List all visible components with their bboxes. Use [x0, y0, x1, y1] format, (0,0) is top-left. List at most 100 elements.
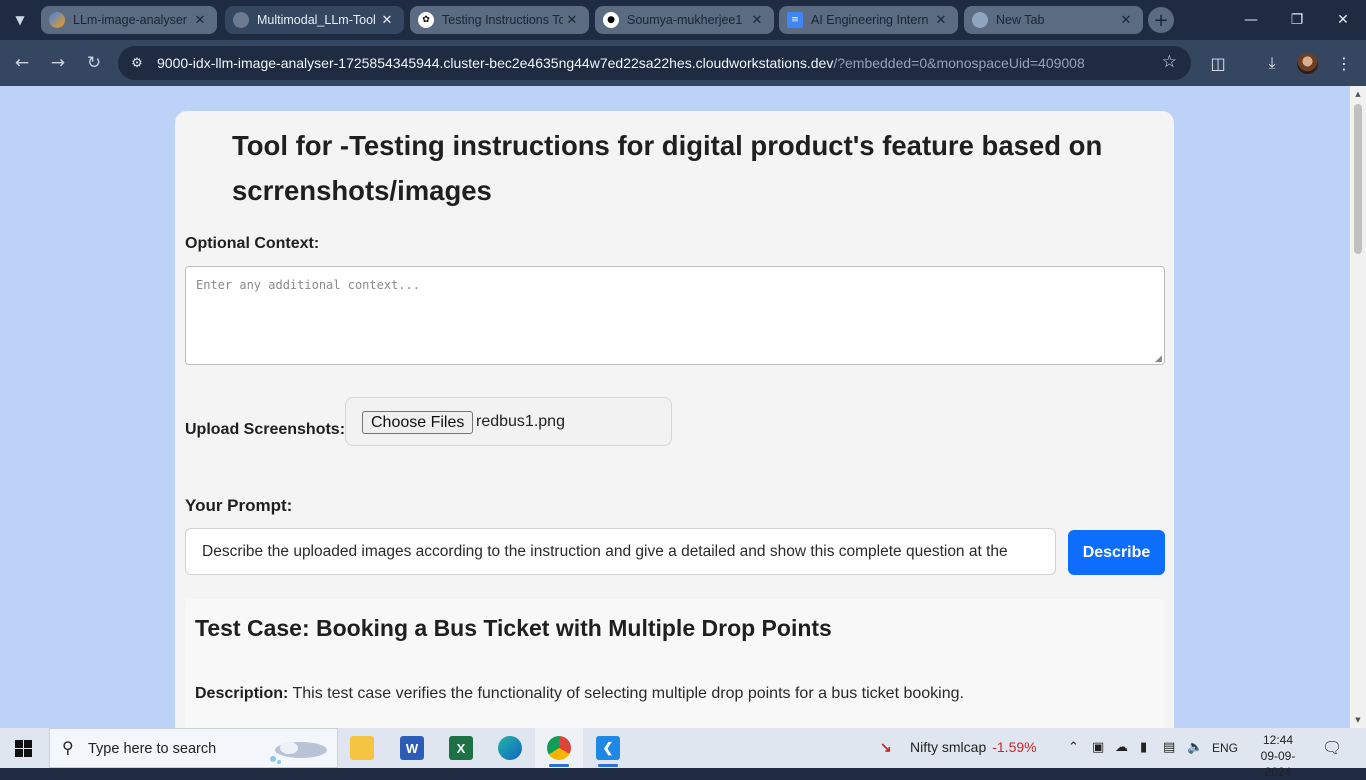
search-placeholder: Type here to search: [88, 741, 217, 757]
prompt-label: Your Prompt:: [185, 496, 293, 515]
bookmark-star-icon[interactable]: ☆: [1162, 52, 1177, 72]
scroll-up-arrow-icon[interactable]: ▲: [1354, 90, 1362, 98]
tab-github[interactable]: ● Soumya-mukherjee1 ✕: [595, 6, 774, 34]
network-icon[interactable]: ▤: [1163, 740, 1175, 755]
result-title: Test Case: Booking a Bus Ticket with Mul…: [195, 615, 832, 641]
taskbar-search-box[interactable]: ⚲ Type here to search: [49, 728, 338, 768]
notifications-icon[interactable]: 🗨: [1322, 738, 1342, 757]
description-label: Description:: [195, 685, 289, 702]
edge-icon: [498, 736, 522, 760]
github-favicon-icon: ●: [603, 12, 619, 28]
windows-start-icon[interactable]: [15, 740, 32, 757]
search-icon: ⚲: [62, 738, 74, 757]
download-icon[interactable]: ⤓: [1261, 52, 1283, 74]
context-label: Optional Context:: [185, 235, 320, 252]
page-title: Tool for -Testing instructions for digit…: [232, 130, 1103, 206]
profile-avatar[interactable]: [1297, 53, 1318, 74]
prompt-input[interactable]: [185, 528, 1056, 575]
minimize-window-button[interactable]: —: [1228, 0, 1274, 40]
onedrive-cloud-icon[interactable]: ☁: [1115, 740, 1128, 755]
resize-grip-icon[interactable]: ◢: [1155, 354, 1162, 364]
result-panel: Test Case: Booking a Bus Ticket with Mul…: [185, 599, 1165, 728]
tab-llm-image-analyser[interactable]: LLm-image-analyser ✕: [41, 6, 217, 34]
forward-arrow-icon[interactable]: →: [44, 49, 72, 77]
excel-icon: X: [449, 736, 473, 760]
page-viewport: Tool for -Testing instructions for digit…: [0, 86, 1366, 728]
taskbar-word[interactable]: W: [388, 728, 436, 768]
chrome-icon: [547, 736, 571, 760]
close-tab-icon[interactable]: ✕: [563, 13, 581, 28]
more-menu-icon[interactable]: ⋮: [1333, 52, 1355, 74]
tab-search-chevron-icon[interactable]: ▼: [6, 6, 34, 34]
taskbar-chrome[interactable]: [535, 728, 583, 768]
back-arrow-icon[interactable]: ←: [8, 49, 36, 77]
google-docs-favicon-icon: ≡: [787, 12, 803, 28]
tab-title: Soumya-mukherjee1: [627, 13, 743, 27]
close-tab-icon[interactable]: ✕: [932, 13, 950, 28]
tab-title: New Tab: [996, 13, 1045, 27]
upload-label: Upload Screenshots:: [185, 421, 346, 438]
close-tab-icon[interactable]: ✕: [1117, 13, 1135, 28]
restore-window-button[interactable]: ❐: [1274, 0, 1320, 40]
url-query: /?embedded=0&monospaceUid=409008: [833, 55, 1085, 71]
widget-name: Nifty smlcap: [910, 739, 987, 755]
tab-title: LLm-image-analyser: [73, 13, 187, 27]
new-tab-button[interactable]: +: [1148, 7, 1174, 33]
close-tab-icon[interactable]: ✕: [748, 13, 766, 28]
tab-multimodal-llm-tool[interactable]: Multimodal_LLm-Tool ✕: [225, 6, 404, 34]
selected-file-name: redbus1.png: [476, 413, 565, 430]
taskbar-edge[interactable]: [486, 728, 534, 768]
close-window-button[interactable]: ✕: [1320, 0, 1366, 40]
stock-down-chart-icon: ↘: [880, 739, 892, 755]
extensions-puzzle-icon[interactable]: ◫: [1207, 52, 1229, 74]
site-info-icon[interactable]: ⚙: [128, 54, 146, 72]
taskbar-excel[interactable]: X: [437, 728, 485, 768]
tab-ai-engineering-intern[interactable]: ≡ AI Engineering Intern ✕: [779, 6, 958, 34]
idx-favicon-icon: [49, 12, 65, 28]
tab-testing-instructions[interactable]: ✿ Testing Instructions Tool ✕: [410, 6, 589, 34]
language-indicator[interactable]: ENG: [1212, 741, 1238, 755]
chrome-favicon-icon: [972, 12, 988, 28]
scrollbar-thumb[interactable]: [1354, 104, 1362, 254]
vscode-icon: ❮: [596, 736, 620, 760]
widget-change: -1.59%: [992, 739, 1037, 755]
taskbar-vscode[interactable]: ❮: [584, 728, 632, 768]
active-app-indicator: [549, 764, 569, 767]
tab-title: AI Engineering Intern: [811, 13, 929, 27]
url-text[interactable]: 9000-idx-llm-image-analyser-172585434594…: [157, 55, 1085, 71]
close-tab-icon[interactable]: ✕: [378, 13, 396, 28]
clock-time: 12:44: [1262, 733, 1294, 747]
show-hidden-icons-chevron-icon[interactable]: ⌃: [1068, 740, 1079, 755]
active-app-indicator: [598, 764, 618, 767]
tab-title: Multimodal_LLm-Tool: [257, 13, 376, 27]
address-bar[interactable]: ⚙ 9000-idx-llm-image-analyser-1725854345…: [118, 46, 1191, 80]
context-textarea[interactable]: [185, 266, 1165, 365]
folder-icon: [350, 736, 374, 760]
openai-favicon-icon: ✿: [418, 12, 434, 28]
main-card: Tool for -Testing instructions for digit…: [175, 111, 1174, 728]
tab-strip: ▼ LLm-image-analyser ✕ Multimodal_LLm-To…: [0, 0, 1366, 40]
tab-title: Testing Instructions Tool: [442, 13, 563, 27]
tab-new-tab[interactable]: New Tab ✕: [964, 6, 1143, 34]
globe-favicon-icon: [233, 12, 249, 28]
clock-date: 09-09-2024: [1260, 749, 1296, 779]
url-host: 9000-idx-llm-image-analyser-172585434594…: [157, 55, 834, 71]
result-description: Description: This test case verifies the…: [195, 685, 964, 703]
taskbar-file-explorer[interactable]: [338, 728, 386, 768]
search-highlight-illustration: [270, 742, 327, 764]
windows-taskbar: ⚲ Type here to search W X ❮ ↘ Nifty smlca…: [0, 728, 1366, 779]
system-clock[interactable]: 12:44 09-09-2024: [1249, 732, 1307, 780]
file-upload-box[interactable]: Choose Files redbus1.png: [345, 397, 672, 446]
reload-icon[interactable]: ↻: [80, 49, 108, 77]
volume-icon[interactable]: 🔈: [1187, 740, 1203, 755]
describe-button[interactable]: Describe: [1068, 530, 1165, 575]
word-icon: W: [400, 736, 424, 760]
scroll-down-arrow-icon[interactable]: ▼: [1354, 716, 1362, 724]
stock-widget[interactable]: ↘ Nifty smlcap -1.59%: [880, 739, 1037, 756]
meet-now-icon[interactable]: ▣: [1092, 740, 1104, 755]
battery-icon[interactable]: ▮: [1140, 740, 1147, 755]
close-tab-icon[interactable]: ✕: [191, 13, 209, 28]
description-text: This test case verifies the functionalit…: [288, 685, 964, 702]
page-scrollbar[interactable]: ▲ ▼: [1350, 86, 1366, 728]
choose-files-button[interactable]: Choose Files: [362, 411, 474, 434]
